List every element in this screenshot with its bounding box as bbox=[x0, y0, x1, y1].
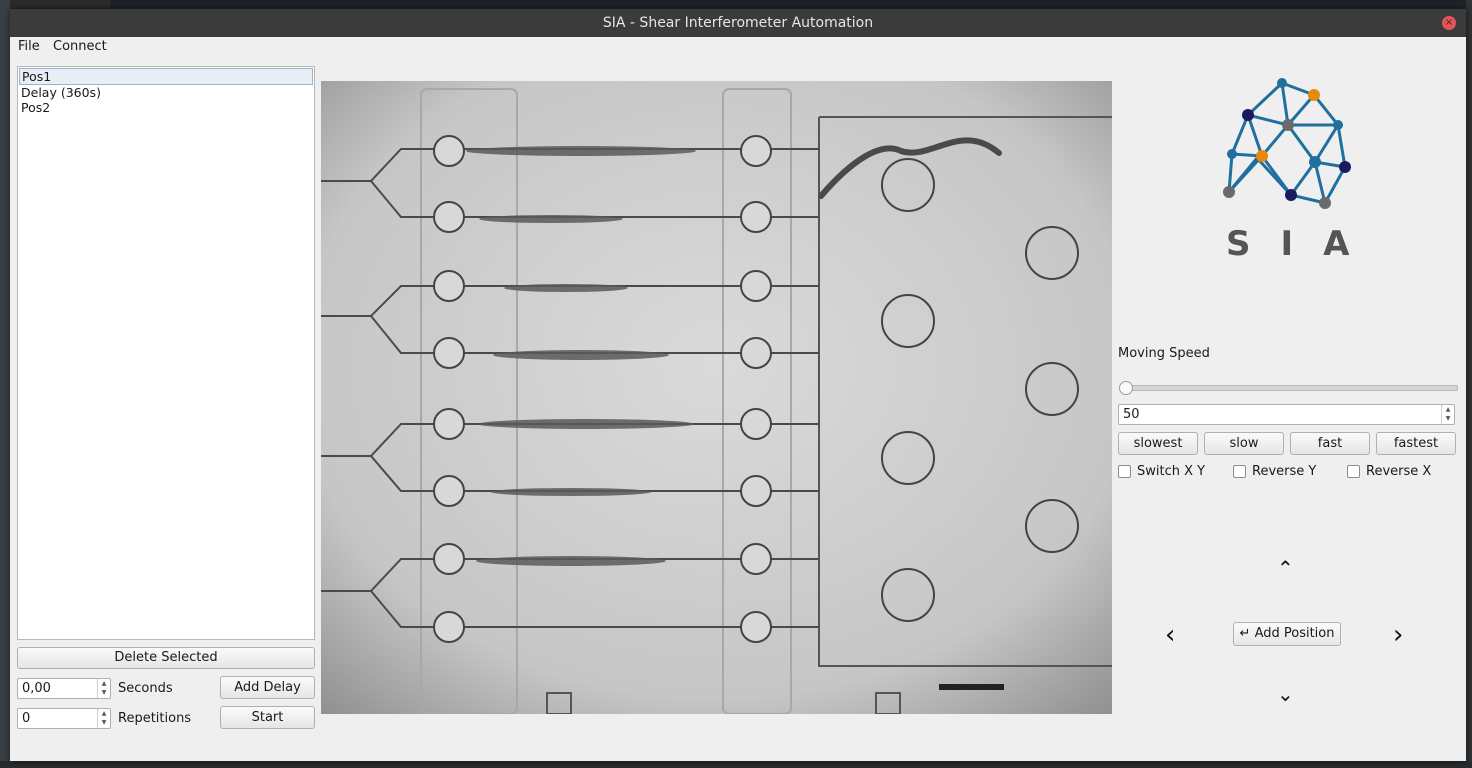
reverse-y-label: Reverse Y bbox=[1252, 464, 1317, 479]
camera-image bbox=[321, 81, 1112, 714]
repetitions-value: 0 bbox=[22, 711, 31, 726]
start-button[interactable]: Start bbox=[220, 706, 315, 729]
title-bar: SIA - Shear Interferometer Automation × bbox=[10, 9, 1466, 37]
slow-button[interactable]: slow bbox=[1204, 432, 1284, 455]
add-position-label: Add Position bbox=[1254, 626, 1335, 641]
list-item[interactable]: Pos1 bbox=[19, 68, 313, 85]
return-icon: ↵ bbox=[1239, 626, 1251, 641]
move-down-button[interactable]: ⌄ bbox=[1277, 682, 1294, 706]
speed-value: 50 bbox=[1123, 407, 1140, 422]
menu-file[interactable]: File bbox=[18, 39, 40, 54]
add-delay-button[interactable]: Add Delay bbox=[220, 676, 315, 699]
close-icon: × bbox=[1444, 17, 1454, 28]
speed-slider-track[interactable] bbox=[1120, 385, 1458, 391]
move-right-button[interactable]: › bbox=[1393, 620, 1403, 650]
close-button[interactable]: × bbox=[1442, 16, 1456, 30]
menu-bar: File Connect bbox=[10, 37, 1466, 57]
chevron-left-icon: ‹ bbox=[1165, 620, 1176, 650]
sequence-list[interactable]: Pos1 Delay (360s) Pos2 bbox=[17, 66, 315, 640]
background-editor-strip bbox=[1466, 0, 1472, 768]
window-title: SIA - Shear Interferometer Automation bbox=[602, 15, 874, 31]
slowest-button[interactable]: slowest bbox=[1118, 432, 1198, 455]
menu-connect[interactable]: Connect bbox=[53, 39, 107, 54]
microfluidic-chip-image bbox=[321, 81, 1112, 714]
switch-xy-label: Switch X Y bbox=[1137, 464, 1206, 479]
move-up-button[interactable]: ⌃ bbox=[1277, 556, 1294, 580]
reverse-x-checkbox[interactable] bbox=[1347, 465, 1360, 478]
spin-arrows-icon[interactable]: ▲ ▼ bbox=[97, 679, 110, 698]
fast-button[interactable]: fast bbox=[1290, 432, 1370, 455]
chevron-down-icon: ⌄ bbox=[1277, 682, 1294, 706]
background-bottom-strip bbox=[0, 761, 1472, 768]
spin-arrows-icon[interactable]: ▲ ▼ bbox=[97, 709, 110, 728]
chevron-up-icon: ⌃ bbox=[1277, 556, 1294, 580]
moving-speed-label: Moving Speed bbox=[1118, 346, 1210, 361]
reverse-x-label: Reverse X bbox=[1366, 464, 1432, 479]
speed-spinbox[interactable]: 50 ▲ ▼ bbox=[1118, 404, 1455, 425]
seconds-label: Seconds bbox=[118, 681, 173, 696]
speed-slider-handle[interactable] bbox=[1119, 381, 1133, 395]
spin-arrows-icon[interactable]: ▲ ▼ bbox=[1441, 405, 1454, 424]
logo-text: SIA bbox=[1226, 224, 1380, 264]
sia-logo: SIA bbox=[1212, 74, 1362, 264]
reverse-y-checkbox[interactable] bbox=[1233, 465, 1246, 478]
delete-selected-button[interactable]: Delete Selected bbox=[17, 647, 315, 669]
chevron-right-icon: › bbox=[1393, 620, 1404, 650]
seconds-spinbox[interactable]: 0,00 ▲ ▼ bbox=[17, 678, 111, 699]
fastest-button[interactable]: fastest bbox=[1376, 432, 1456, 455]
repetitions-spinbox[interactable]: 0 ▲ ▼ bbox=[17, 708, 111, 729]
list-item[interactable]: Delay (360s) bbox=[18, 85, 314, 100]
move-left-button[interactable]: ‹ bbox=[1165, 620, 1175, 650]
repetitions-label: Repetitions bbox=[118, 711, 192, 726]
switch-xy-checkbox[interactable] bbox=[1118, 465, 1131, 478]
add-position-button[interactable]: ↵ Add Position bbox=[1233, 622, 1341, 646]
seconds-value: 0,00 bbox=[22, 681, 51, 696]
background-desktop bbox=[0, 0, 10, 768]
list-item[interactable]: Pos2 bbox=[18, 100, 314, 115]
